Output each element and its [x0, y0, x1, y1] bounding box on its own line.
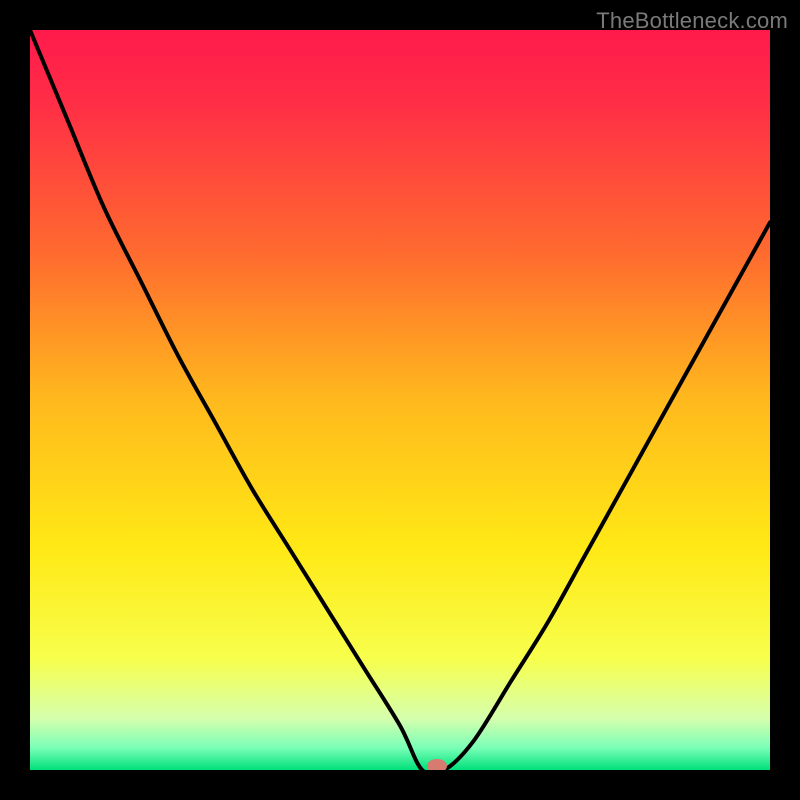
- plot-area: [30, 30, 770, 770]
- gradient-background: [30, 30, 770, 770]
- chart-frame: TheBottleneck.com: [0, 0, 800, 800]
- chart-svg: [30, 30, 770, 770]
